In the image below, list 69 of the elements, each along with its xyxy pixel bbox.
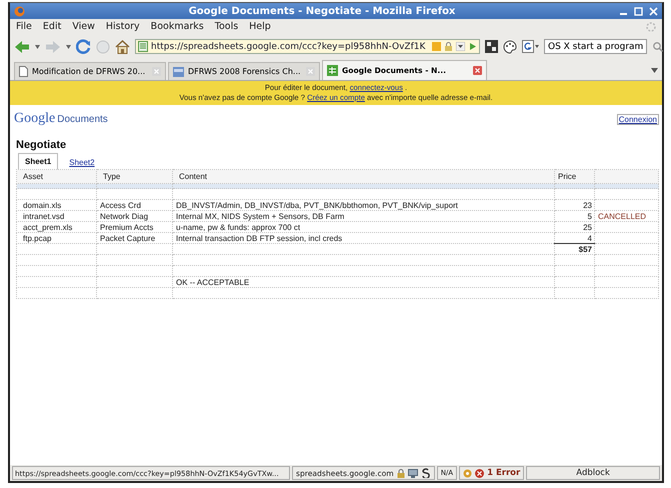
- table-cell: domain.xls: [16, 200, 96, 210]
- script-icon[interactable]: [420, 468, 431, 478]
- table-cell: 25: [554, 222, 594, 232]
- column-header: Content: [172, 170, 554, 184]
- throbber-icon: [646, 22, 656, 32]
- adblock-button[interactable]: Adblock: [526, 466, 660, 480]
- column-header: Type: [96, 170, 172, 184]
- close-icon[interactable]: [473, 66, 482, 75]
- page-icon: [138, 41, 148, 52]
- firefox-icon: [14, 6, 25, 16]
- table-cell: Access Crd: [96, 200, 172, 210]
- home-icon[interactable]: [115, 40, 130, 54]
- table-cell: Premium Accts: [96, 222, 172, 232]
- grid-icon[interactable]: [485, 40, 498, 53]
- error-indicator[interactable]: 1 Error: [459, 466, 524, 480]
- sign-in-link[interactable]: Connexion: [616, 114, 659, 124]
- table-cell: Network Diag: [96, 210, 172, 222]
- tab-list-icon[interactable]: [651, 68, 658, 73]
- sheet-tab[interactable]: Sheet2: [66, 156, 98, 169]
- maximize-icon[interactable]: [634, 6, 643, 16]
- table-cell: 4: [554, 232, 594, 244]
- table-cell: 5: [554, 210, 594, 222]
- table-cell: intranet.vsd: [16, 210, 96, 222]
- go-icon[interactable]: [468, 42, 477, 51]
- page-icon: [173, 66, 184, 76]
- page-icon: [19, 66, 28, 77]
- table-cell: u-name, pw & funds: approx 700 ct: [172, 222, 554, 232]
- reload-icon[interactable]: [76, 39, 91, 54]
- dropdown-icon[interactable]: [35, 44, 40, 48]
- dropdown-icon[interactable]: [66, 44, 71, 48]
- lock-icon: [396, 468, 405, 478]
- error-count: 1 Error: [487, 468, 520, 478]
- browser-tab[interactable]: Modification de DFRWS 20...: [14, 62, 166, 80]
- menu-item[interactable]: Bookmarks: [150, 21, 204, 32]
- menu-item[interactable]: Edit: [42, 21, 62, 32]
- dropdown-icon[interactable]: [456, 42, 465, 51]
- menu-item[interactable]: History: [106, 21, 140, 32]
- window-title: Google Documents - Negotiate - Mozilla Firefox: [188, 6, 456, 16]
- table-cell: Internal transaction DB FTP session, incl creds: [172, 232, 554, 244]
- spreadsheet-icon: [327, 65, 338, 76]
- table-cell: OK -- ACCEPTABLE: [172, 276, 554, 288]
- table-cell: ftp.pcap: [16, 232, 96, 244]
- table-cell: $57: [554, 244, 594, 254]
- document-title: Negotiate: [15, 138, 68, 151]
- table-cell: DB_INVST/Admin, DB_INVST/dba, PVT_BNK/bbthomon, PVT_BNK/vip_suport: [172, 200, 554, 210]
- menu-item[interactable]: Help: [249, 21, 271, 32]
- column-header: Price: [554, 170, 594, 184]
- monitor-icon[interactable]: [408, 468, 418, 478]
- column-header: Asset: [16, 170, 96, 184]
- error-icon: [475, 468, 484, 478]
- browser-tab[interactable]: DFRWS 2008 Forensics Ch...: [168, 62, 320, 80]
- status-cell: CANCELLED: [594, 210, 658, 222]
- close-icon[interactable]: [649, 6, 658, 16]
- menu-item[interactable]: View: [72, 21, 95, 32]
- menu-item[interactable]: File: [16, 21, 32, 32]
- table-cell: 23: [554, 200, 594, 210]
- palette-icon[interactable]: [503, 40, 517, 54]
- sheet-tab[interactable]: Sheet1: [18, 153, 58, 170]
- search-engine-icon[interactable]: [522, 40, 539, 53]
- lock-icon: [444, 42, 453, 51]
- back-arrow-icon[interactable]: [14, 40, 30, 54]
- table-cell: Internal MX, NIDS System + Sensors, DB Farm: [172, 210, 554, 222]
- search-icon[interactable]: [652, 40, 664, 54]
- menu-item[interactable]: Tools: [214, 21, 238, 32]
- search-field[interactable]: OS X start a program: [544, 39, 648, 54]
- table-cell: acct_prem.xls: [16, 222, 96, 232]
- table-cell: Packet Capture: [96, 232, 172, 244]
- google-docs-logo: Google Documents: [14, 111, 108, 127]
- address-bar[interactable]: https://spreadsheets.google.com/ccc?key=pl958hhN-OvZf1K: [135, 39, 480, 54]
